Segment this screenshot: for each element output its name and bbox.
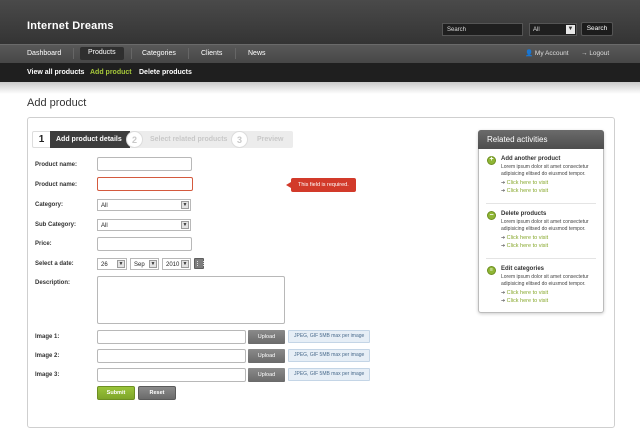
day-value: 26 (101, 262, 108, 268)
image-2-hint: JPEG, GIF 5MB max per image (288, 349, 371, 362)
activity-title: Edit categories (501, 266, 545, 272)
activity-link[interactable]: Click here to visit (501, 243, 549, 249)
nav-item-products[interactable]: Products (80, 47, 124, 60)
activity-link[interactable]: Click here to visit (501, 188, 549, 194)
calendar-icon[interactable] (194, 258, 204, 269)
related-activities-title: Related activities (478, 130, 604, 149)
activity-title: Add another product (501, 156, 561, 162)
my-account-link[interactable]: 👤 My Account (525, 48, 569, 60)
activity-link[interactable]: Click here to visit (501, 235, 549, 241)
search-scope-value: All (533, 27, 540, 33)
step-3-number: 3 (231, 131, 248, 148)
nav-divider (235, 48, 236, 59)
price-label: Price: (35, 241, 52, 247)
image-3-hint: JPEG, GIF 5MB max per image (288, 368, 371, 381)
minus-icon: − (487, 211, 496, 220)
sub-category-value: All (101, 223, 108, 229)
image-2-label: Image 2: (35, 353, 60, 359)
chevron-down-icon: ▼ (117, 260, 125, 268)
step-1-number: 1 (38, 134, 45, 145)
image-1-label: Image 1: (35, 334, 60, 340)
reset-button[interactable]: Reset (138, 386, 176, 400)
chevron-down-icon: ▼ (566, 25, 575, 34)
subnav-view-all-products[interactable]: View all products (27, 67, 84, 78)
activity-desc: Lorem ipsum dolor sit amet consectetur a… (501, 274, 589, 287)
chevron-down-icon: ▼ (181, 260, 189, 268)
subnav-delete-products[interactable]: Delete products (139, 67, 192, 78)
day-select[interactable]: 26 ▼ (97, 258, 127, 270)
activity-link[interactable]: Click here to visit (501, 290, 549, 296)
chevron-down-icon: ▼ (149, 260, 157, 268)
nav-item-categories[interactable]: Categories (142, 48, 176, 60)
nav-item-news[interactable]: News (248, 48, 266, 60)
page-title: Add product (27, 97, 87, 109)
submit-button[interactable]: Submit (97, 386, 135, 400)
product-name-input-error[interactable] (97, 177, 193, 191)
year-select[interactable]: 2010 ▼ (162, 258, 191, 270)
logout-label: Logout (589, 50, 610, 57)
nav-divider (131, 48, 132, 59)
image-2-input[interactable] (97, 349, 246, 363)
nav-divider (188, 48, 189, 59)
image-3-label: Image 3: (35, 372, 60, 378)
nav-divider (73, 48, 74, 59)
step-2-number: 2 (126, 131, 143, 148)
subnav-add-product[interactable]: Add product (90, 67, 132, 78)
list-icon: ≡ (487, 266, 496, 275)
error-tooltip: This field is required. (286, 178, 356, 192)
chevron-down-icon: ▼ (181, 201, 189, 209)
image-3-input[interactable] (97, 368, 246, 382)
image-1-hint: JPEG, GIF 5MB max per image (288, 330, 371, 343)
search-scope-select[interactable]: All ▼ (529, 23, 577, 36)
description-textarea[interactable] (97, 276, 285, 324)
step-1-label[interactable]: Add product details (50, 131, 132, 148)
category-label: Category: (35, 202, 64, 208)
brand-logo[interactable]: Internet Dreams (27, 20, 114, 32)
description-label: Description: (35, 280, 71, 286)
image-2-upload-button[interactable]: Upload (248, 349, 285, 363)
nav-item-clients[interactable]: Clients (201, 48, 222, 60)
nav-item-dashboard[interactable]: Dashboard (27, 48, 61, 60)
image-1-input[interactable] (97, 330, 246, 344)
activity-desc: Lorem ipsum dolor sit amet consectetur a… (501, 219, 589, 232)
sub-category-select[interactable]: All ▼ (97, 219, 191, 231)
image-1-upload-button[interactable]: Upload (248, 330, 285, 344)
search-button[interactable]: Search (581, 22, 613, 36)
step-2-label[interactable]: Select related products (130, 131, 233, 148)
image-3-upload-button[interactable]: Upload (248, 368, 285, 382)
logout-link[interactable]: → Logout (581, 48, 609, 60)
date-label: Select a date: (35, 261, 74, 267)
activity-divider (486, 203, 596, 204)
product-name-input[interactable] (97, 157, 192, 171)
activity-link[interactable]: Click here to visit (501, 180, 549, 186)
product-name-label-2: Product name: (35, 182, 78, 188)
arrow-right-icon: → (581, 50, 588, 57)
chevron-down-icon: ▼ (181, 221, 189, 229)
activity-desc: Lorem ipsum dolor sit amet consectetur a… (501, 164, 589, 177)
month-select[interactable]: Sep ▼ (130, 258, 159, 270)
activity-divider (486, 258, 596, 259)
price-input[interactable] (97, 237, 192, 251)
category-select[interactable]: All ▼ (97, 199, 191, 211)
my-account-label: My Account (534, 50, 569, 57)
category-value: All (101, 203, 108, 209)
plus-icon: + (487, 156, 496, 165)
activity-title: Delete products (501, 211, 547, 217)
search-input[interactable]: Search (442, 23, 523, 36)
product-name-label: Product name: (35, 162, 78, 168)
activity-link[interactable]: Click here to visit (501, 298, 549, 304)
month-value: Sep (134, 262, 145, 268)
user-icon: 👤 (525, 50, 534, 57)
sub-category-label: Sub Category: (35, 222, 77, 228)
header-shadow (0, 82, 640, 94)
year-value: 2010 (166, 262, 180, 268)
